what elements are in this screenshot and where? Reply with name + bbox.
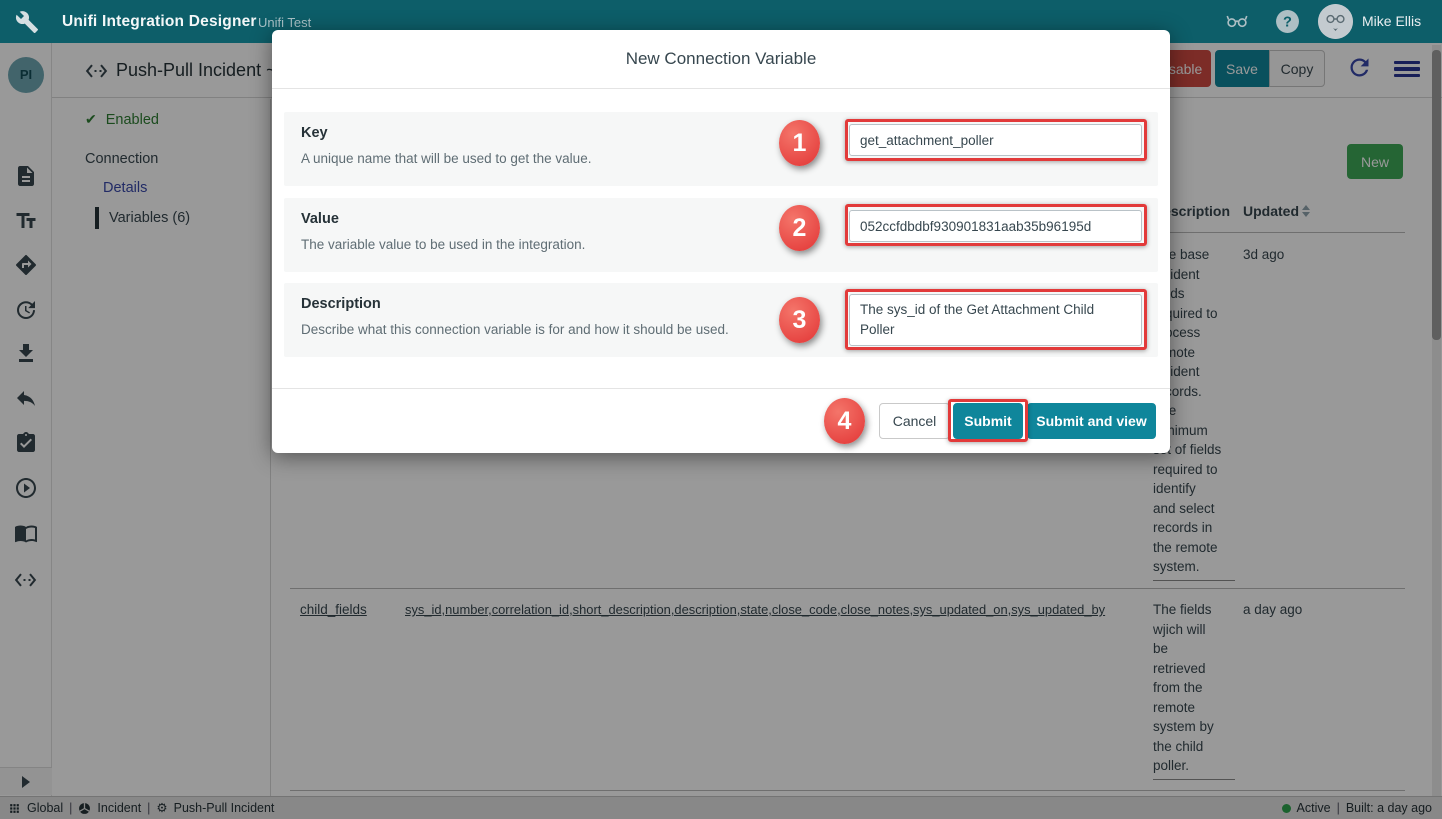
help-icon[interactable]: ? xyxy=(1272,9,1302,37)
app-window: Unifi Integration Designer Unifi Test ? … xyxy=(0,0,1442,819)
submit-and-view-button[interactable]: Submit and view xyxy=(1027,403,1156,439)
cancel-button[interactable]: Cancel xyxy=(879,403,950,439)
svg-text:?: ? xyxy=(1283,15,1292,31)
annotation-step-4: 4 xyxy=(824,398,865,444)
value-field-help: The variable value to be used in the int… xyxy=(301,237,585,252)
annotation-box-key xyxy=(845,119,1147,161)
user-avatar[interactable] xyxy=(1318,4,1353,39)
annotation-box-description xyxy=(845,289,1147,350)
app-title: Unifi Integration Designer xyxy=(62,0,257,43)
user-name[interactable]: Mike Ellis xyxy=(1362,0,1421,43)
key-field-help: A unique name that will be used to get t… xyxy=(301,151,591,166)
annotation-step-2: 2 xyxy=(779,205,820,251)
description-field-help: Describe what this connection variable i… xyxy=(301,322,729,337)
wrench-icon xyxy=(15,10,39,34)
annotation-step-1: 1 xyxy=(779,120,820,166)
divider xyxy=(272,88,1170,89)
value-field-label: Value xyxy=(301,211,339,227)
key-field-label: Key xyxy=(301,125,328,141)
glasses-icon[interactable] xyxy=(1222,8,1252,36)
annotation-box-submit xyxy=(948,399,1028,442)
annotation-box-value xyxy=(845,204,1147,246)
divider xyxy=(272,388,1170,389)
description-field-label: Description xyxy=(301,296,381,312)
annotation-step-3: 3 xyxy=(779,297,820,343)
modal-title: New Connection Variable xyxy=(272,30,1170,88)
